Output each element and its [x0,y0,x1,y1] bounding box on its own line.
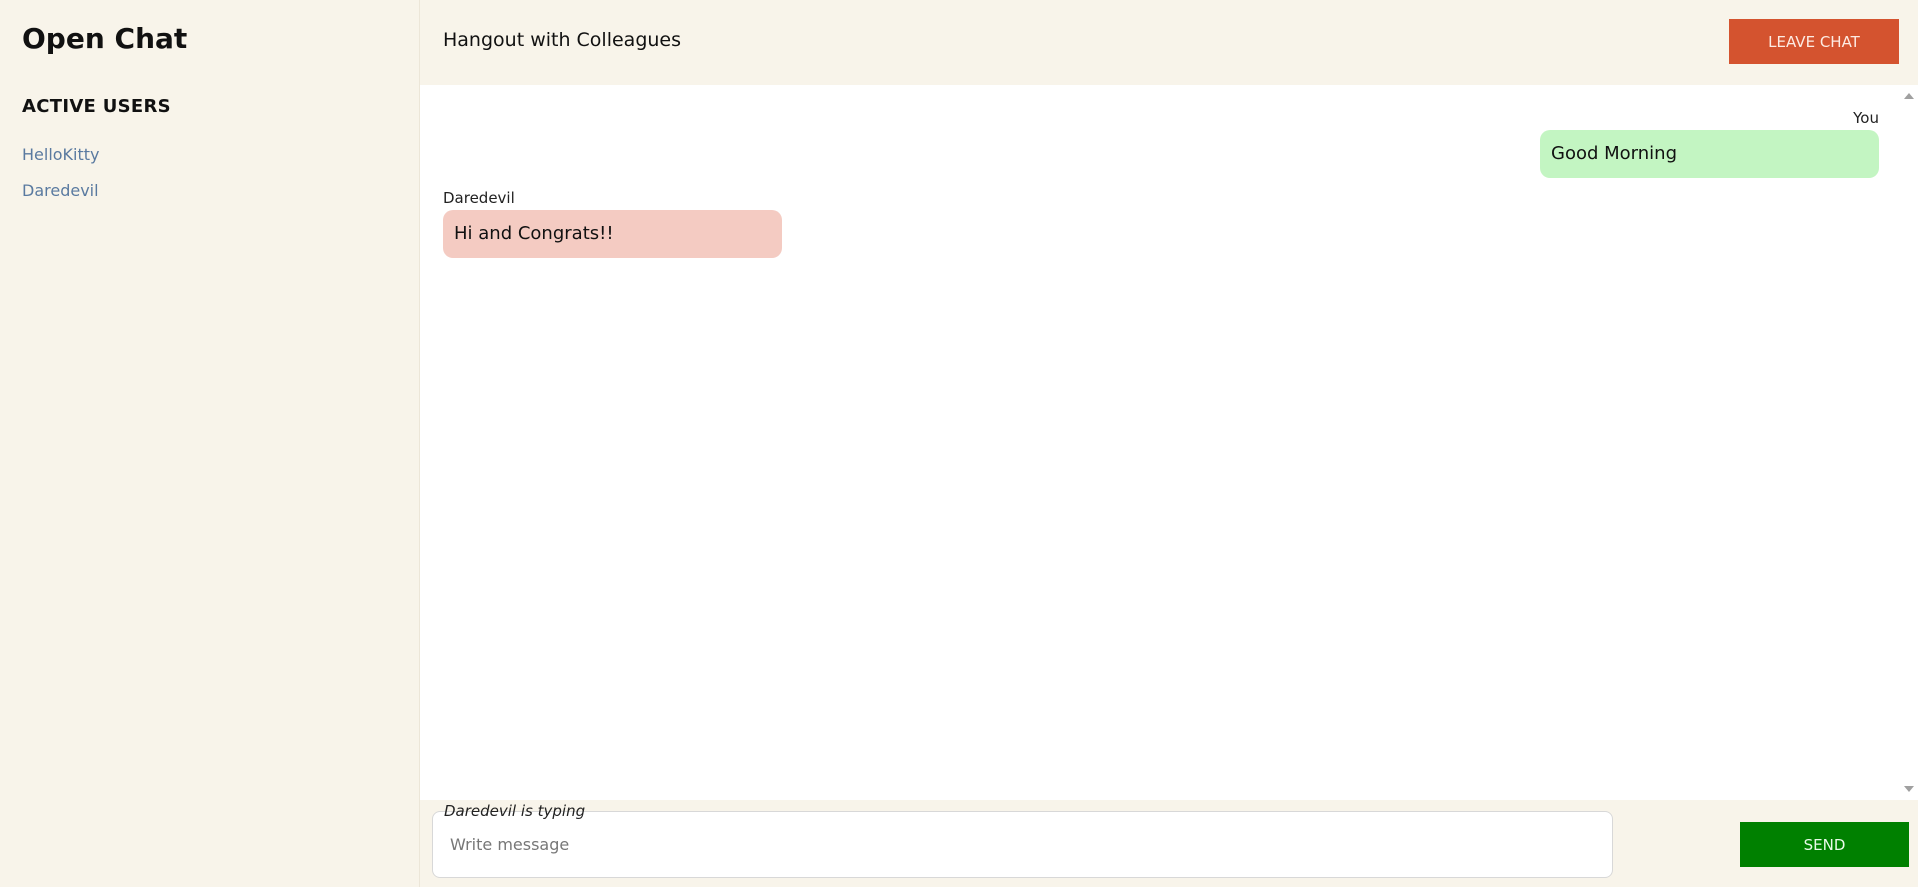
active-users-list: HelloKitty Daredevil [22,144,100,216]
sidebar: Open Chat ACTIVE USERS HelloKitty Darede… [0,0,420,887]
room-name: Hangout with Colleagues [443,29,682,51]
message-sender: Daredevil [443,189,515,207]
message-bubble-mine: Good Morning [1540,130,1879,178]
active-user-hellokitty[interactable]: HelloKitty [22,144,100,180]
scroll-down-icon[interactable] [1904,786,1914,792]
message-list-scrollbar[interactable] [1900,85,1918,800]
chat-header: Hangout with Colleagues LEAVE CHAT [420,0,1918,85]
leave-chat-button[interactable]: LEAVE CHAT [1729,19,1899,64]
message-bubble-other: Hi and Congrats!! [443,210,782,258]
message-input[interactable] [432,811,1613,878]
app-title: Open Chat [22,22,188,55]
message-composer: Daredevil is typing SEND [420,800,1918,887]
message-list[interactable]: You Good Morning Daredevil Hi and Congra… [420,85,1900,800]
message-sender: You [1853,109,1879,127]
send-button[interactable]: SEND [1740,822,1909,867]
chat-app: Open Chat ACTIVE USERS HelloKitty Darede… [0,0,1918,887]
scroll-up-icon[interactable] [1904,93,1914,99]
active-user-daredevil[interactable]: Daredevil [22,180,100,216]
typing-indicator: Daredevil is typing [444,802,586,820]
active-users-heading: ACTIVE USERS [22,96,171,117]
